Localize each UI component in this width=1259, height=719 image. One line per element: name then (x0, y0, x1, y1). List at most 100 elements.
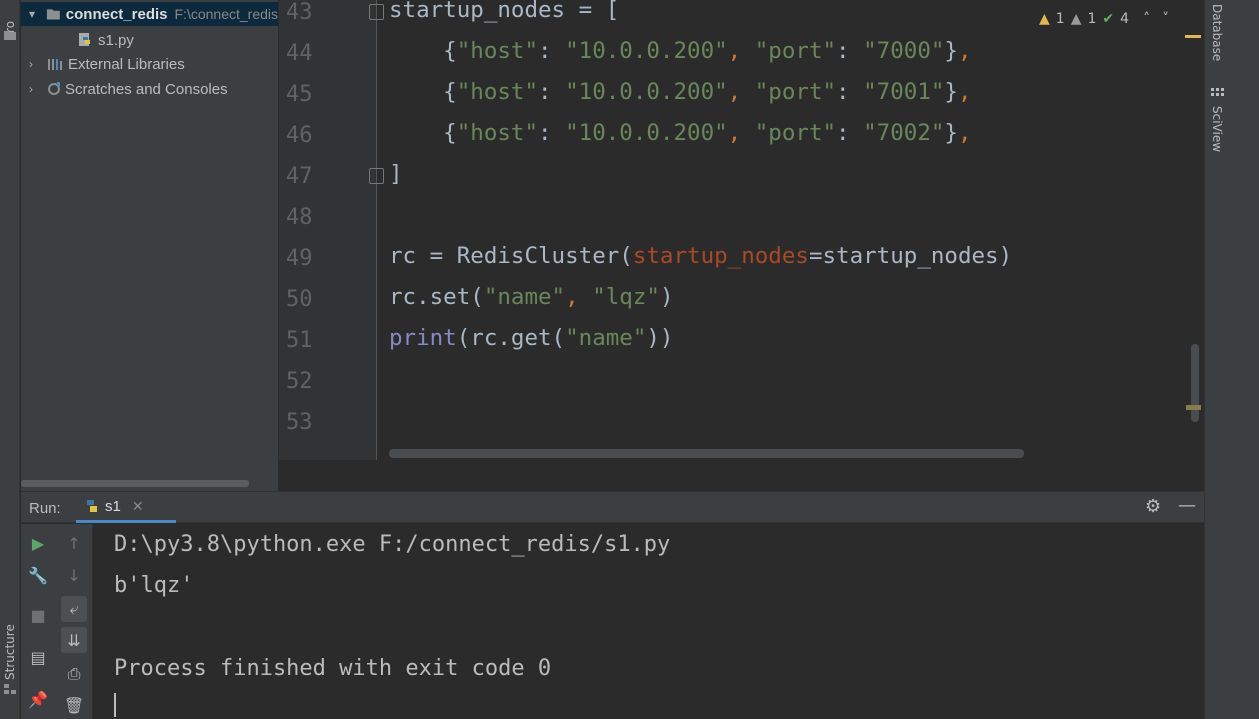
line-number: 48 (286, 205, 313, 230)
string-token: "host" (456, 38, 539, 64)
arrow-up-icon[interactable]: ↑ (61, 530, 87, 556)
window-edge (1230, 0, 1259, 719)
code-line-44: {"host": "10.0.0.200", "port": "7000"}, (389, 38, 972, 64)
weak-warning-count: 1 (1087, 11, 1097, 27)
project-horizontal-scrollbar[interactable] (21, 480, 249, 487)
structure-tool-tab[interactable]: Structure (0, 600, 20, 680)
line-number: 53 (286, 410, 313, 435)
code-token: rc.set( (389, 284, 484, 310)
scratches-label: Scratches and Consoles (65, 80, 228, 98)
string-token: "10.0.0.200" (565, 79, 728, 105)
structure-icon (4, 684, 16, 694)
sciview-grid-icon (1211, 88, 1224, 96)
code-token: =startup_nodes) (808, 243, 1013, 269)
typo-count: 4 (1120, 11, 1130, 27)
typo-check-icon: ✔ (1102, 11, 1115, 27)
line-number: 45 (286, 82, 313, 107)
scratches-icon (48, 82, 60, 95)
console-line: D:\py3.8\python.exe F:/connect_redis/s1.… (114, 532, 671, 557)
database-tool-tab[interactable]: Database (1210, 4, 1224, 61)
tree-item-scratches[interactable]: › Scratches and Consoles (21, 77, 278, 101)
line-number: 46 (286, 123, 313, 148)
code-line-51: print(rc.get("name")) (389, 325, 673, 351)
stop-icon[interactable]: ■ (25, 602, 51, 628)
gear-icon[interactable]: ⚙ (1145, 496, 1161, 517)
run-label: Run: (29, 500, 61, 517)
tree-item-external-libraries[interactable]: › External Libraries (21, 52, 278, 76)
libraries-icon (48, 59, 62, 70)
string-token: "name" (483, 284, 566, 310)
code-line-50: rc.set("name", "lqz") (389, 284, 674, 310)
scroll-to-end-icon[interactable]: ⇊ (61, 627, 87, 653)
code-token: startup_nodes (389, 0, 566, 23)
code-line-43: startup_nodes = [ (389, 0, 619, 23)
string-token: "name" (565, 325, 647, 351)
fold-close-icon[interactable] (369, 168, 384, 184)
string-token: "port" (754, 120, 837, 146)
keyword-arg-token: startup_nodes (632, 243, 809, 269)
line-number: 49 (286, 246, 313, 271)
run-tab-s1[interactable]: s1 ✕ (76, 492, 176, 523)
rerun-icon[interactable]: ▶ (25, 530, 51, 556)
project-path: F:\connect_redis (174, 6, 279, 22)
python-file-icon (79, 33, 90, 46)
chevron-right-icon[interactable]: › (29, 82, 41, 96)
arrow-down-icon[interactable]: ↓ (61, 562, 87, 588)
code-editor[interactable]: 43 44 45 46 47 48 49 50 51 52 53 startup… (279, 0, 1204, 460)
string-token: "host" (456, 79, 539, 105)
code-token: )) (646, 325, 674, 351)
tree-item-s1-py[interactable]: s1.py (21, 28, 278, 52)
string-token: "port" (754, 79, 837, 105)
run-panel-header: Run: s1 ✕ ⚙ — (21, 491, 1204, 523)
close-icon[interactable]: ✕ (132, 498, 144, 515)
error-stripe-mark[interactable] (1185, 35, 1201, 38)
inspection-widget[interactable]: ▲ 1 ▲ 1 ✔ 4 ˄ ˅ (1039, 8, 1169, 30)
trash-icon[interactable]: 🗑 (61, 692, 87, 718)
code-token: rc = RedisCluster( (389, 243, 633, 269)
weak-warning-icon: ▲ (1070, 11, 1082, 27)
folder-icon (4, 31, 16, 40)
code-line-45: {"host": "10.0.0.200", "port": "7001"}, (389, 79, 972, 105)
line-number: 43 (286, 0, 313, 25)
editor-vertical-scrollbar[interactable] (1191, 344, 1199, 422)
run-tab-label: s1 (105, 497, 121, 515)
console-line: b'lqz' (114, 573, 194, 598)
wrench-icon[interactable]: 🔧 (25, 562, 51, 588)
left-tool-strip: Pro Structure (0, 0, 20, 719)
chevron-up-icon[interactable]: ˄ (1143, 11, 1150, 27)
print-icon[interactable]: ⎙ (61, 661, 87, 687)
sciview-tool-tab[interactable]: SciView (1210, 106, 1224, 152)
string-token: "lqz" (592, 284, 660, 310)
console-line: Process finished with exit code 0 (114, 656, 552, 681)
code-token: ) (659, 284, 674, 310)
line-number-gutter: 43 44 45 46 47 48 49 50 51 52 53 (279, 0, 377, 460)
code-line-46: {"host": "10.0.0.200", "port": "7002"}, (389, 120, 972, 146)
code-line-47: ] (389, 161, 403, 187)
run-console[interactable]: D:\py3.8\python.exe F:/connect_redis/s1.… (94, 524, 1204, 719)
chevron-down-icon[interactable]: ˅ (1162, 11, 1169, 27)
scroll-marker (1186, 405, 1201, 410)
text-caret (114, 693, 116, 717)
run-toolbar: ▶ ↑ 🔧 ↓ ⤶ ■ ⇊ ▤ ⎙ 📌 🗑 (21, 524, 93, 719)
fold-open-icon[interactable] (369, 4, 384, 20)
tree-item-connect-redis[interactable]: ▾ connect_redis F:\connect_redis (21, 2, 278, 26)
python-icon (87, 500, 97, 512)
minimize-icon[interactable]: — (1178, 495, 1196, 516)
pin-icon[interactable]: 📌 (25, 686, 51, 712)
editor-horizontal-scrollbar[interactable] (389, 449, 1024, 458)
string-token: "7002" (863, 120, 945, 146)
chevron-down-icon[interactable]: ▾ (29, 7, 40, 21)
line-number: 52 (286, 369, 313, 394)
builtin-token: print (389, 325, 457, 351)
soft-wrap-icon[interactable]: ⤶ (61, 596, 87, 622)
chevron-right-icon[interactable]: › (29, 57, 41, 71)
string-token: "7000" (863, 38, 945, 64)
file-name: s1.py (98, 31, 134, 49)
line-number: 44 (286, 41, 313, 66)
code-token: (rc.get( (456, 325, 566, 351)
string-token: "10.0.0.200" (565, 120, 728, 146)
project-name: connect_redis (65, 5, 168, 23)
layout-icon[interactable]: ▤ (25, 644, 51, 670)
string-token: "port" (754, 38, 837, 64)
string-token: "7001" (863, 79, 945, 105)
